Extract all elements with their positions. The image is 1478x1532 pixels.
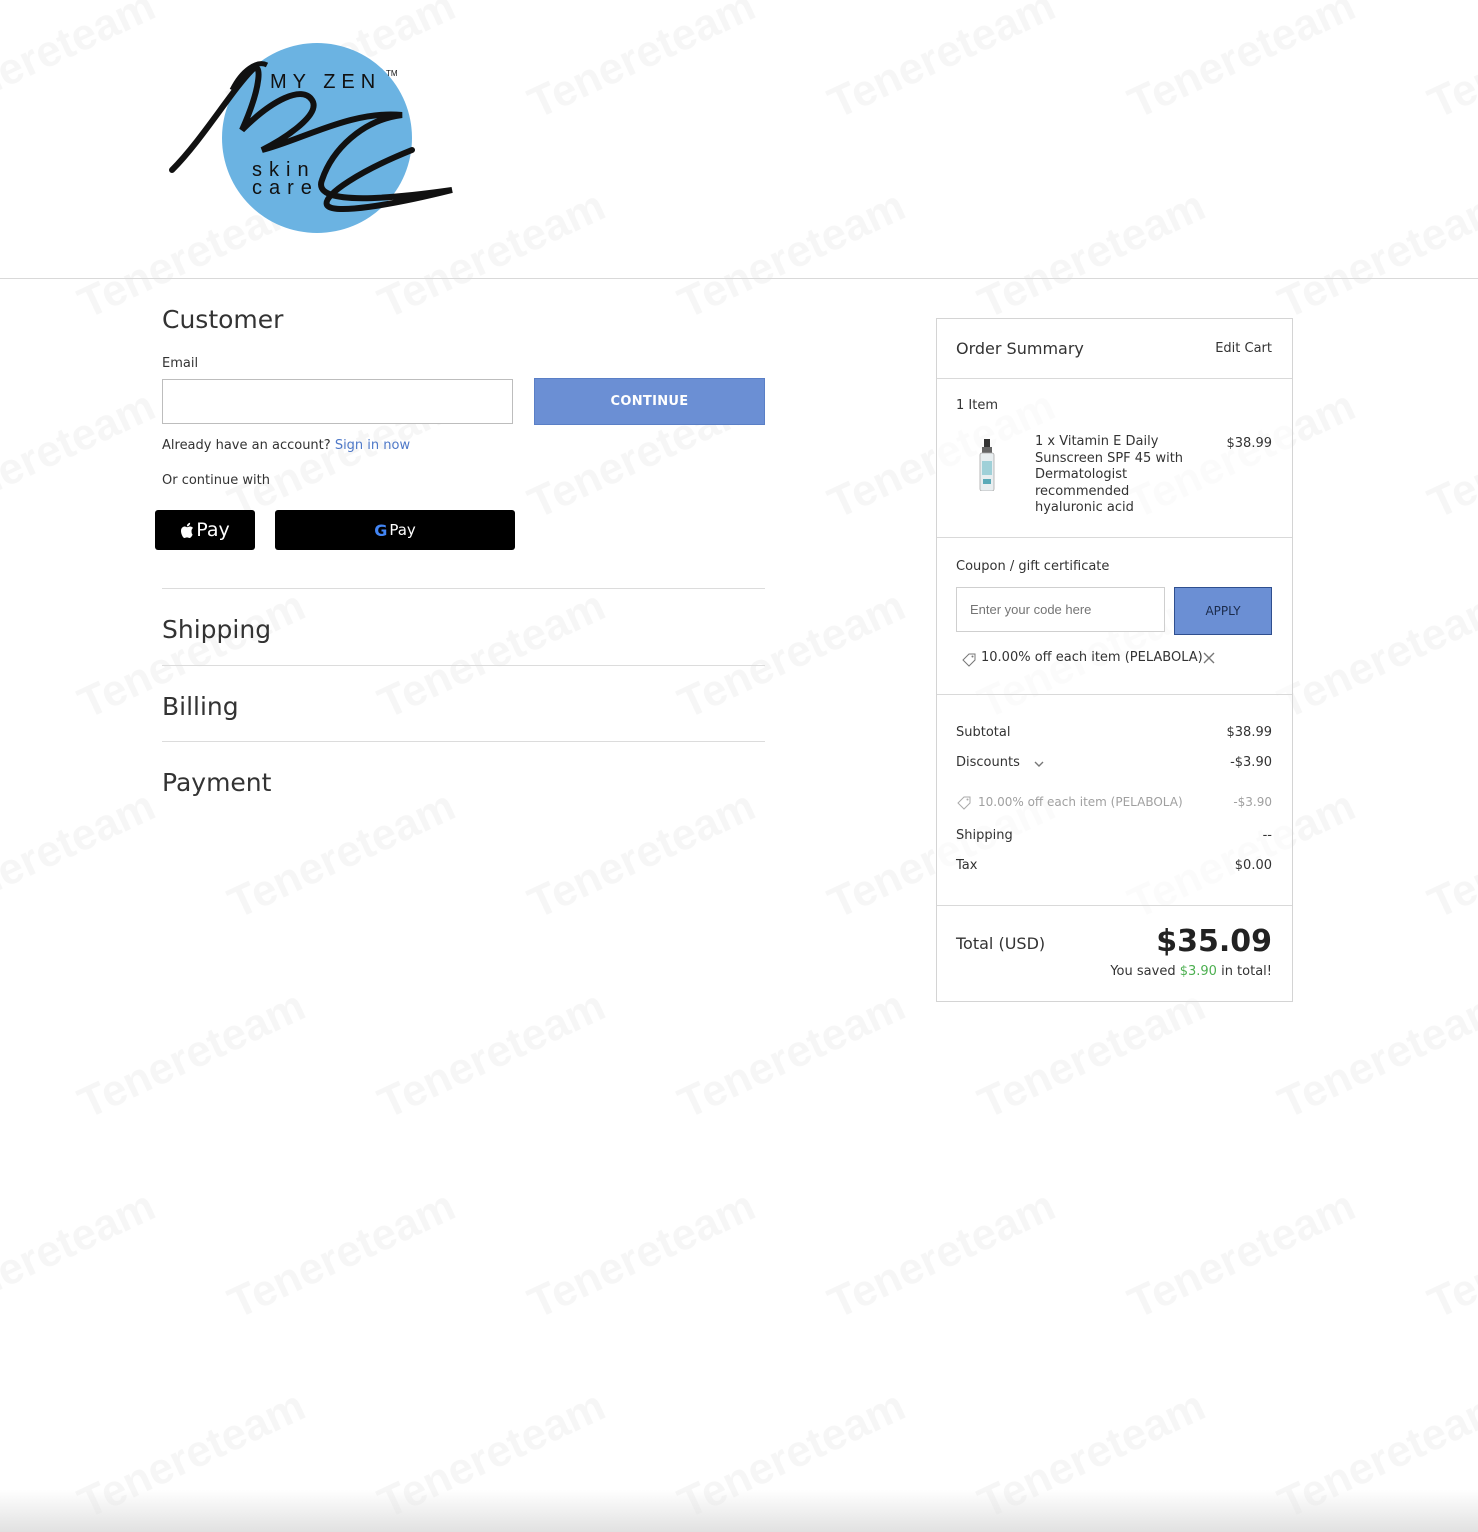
customer-heading: Customer [162, 305, 284, 334]
section-divider [162, 665, 765, 666]
shipping-heading[interactable]: Shipping [162, 615, 271, 644]
tax-value: $0.00 [1234, 858, 1272, 873]
total-amount: $35.09 [1156, 924, 1272, 959]
total-label: Total (USD) [956, 934, 1046, 953]
savings-prefix: You saved [1110, 964, 1176, 979]
tag-icon [957, 796, 971, 810]
google-pay-button[interactable]: G Pay [275, 510, 515, 550]
shipping-label: Shipping [956, 828, 1013, 843]
order-summary-title: Order Summary [956, 339, 1084, 358]
email-field[interactable] [162, 379, 513, 424]
email-label: Email [162, 356, 199, 371]
item-count: 1 Item [956, 398, 998, 413]
product-name: 1 x Vitamin E Daily Sunscreen SPF 45 wit… [1035, 434, 1184, 515]
discounts-value: -$3.90 [1230, 755, 1272, 770]
bottom-fade [0, 1490, 1478, 1532]
sign-in-link[interactable]: Sign in now [335, 438, 410, 453]
account-prompt-text: Already have an account? [162, 438, 331, 453]
subtotal-label: Subtotal [956, 725, 1011, 740]
apple-pay-label: Pay [196, 519, 230, 541]
google-g-icon: G [374, 520, 388, 540]
applied-coupon-label: 10.00% off each item (PELABOLA) [981, 650, 1203, 665]
edit-cart-link[interactable]: Edit Cart [1215, 341, 1272, 356]
chevron-down-icon[interactable] [1033, 760, 1045, 768]
apply-coupon-button[interactable]: APPLY [1174, 587, 1272, 635]
summary-divider [937, 537, 1292, 538]
checkout-content: Customer Email CONTINUE Already have an … [0, 0, 1478, 1532]
product-price: $38.99 [1226, 436, 1273, 451]
savings-amount: $3.90 [1179, 964, 1217, 979]
tag-icon [962, 653, 976, 667]
summary-divider [937, 378, 1292, 379]
discount-detail-label: 10.00% off each item (PELABOLA) [978, 795, 1183, 809]
google-pay-label: Pay [389, 521, 416, 539]
billing-heading[interactable]: Billing [162, 692, 239, 721]
section-divider [162, 588, 765, 589]
order-summary: Order Summary Edit Cart 1 Item 1 x Vitam… [936, 318, 1293, 1002]
discount-detail-value: -$3.90 [1233, 795, 1272, 809]
discounts-label: Discounts [956, 755, 1020, 770]
section-divider [162, 741, 765, 742]
remove-coupon-icon[interactable] [1202, 651, 1216, 665]
payment-heading[interactable]: Payment [162, 768, 271, 797]
product-thumbnail[interactable] [977, 439, 997, 491]
or-continue-label: Or continue with [162, 473, 270, 488]
savings-note: You saved $3.90 in total! [1110, 964, 1272, 979]
shipping-value: -- [1262, 828, 1272, 843]
subtotal-value: $38.99 [1226, 725, 1273, 740]
coupon-link[interactable]: Coupon / gift certificate [956, 559, 1109, 574]
savings-suffix: in total! [1221, 964, 1272, 979]
tax-label: Tax [956, 858, 978, 873]
coupon-input[interactable] [956, 587, 1165, 632]
apple-icon [181, 522, 194, 538]
summary-divider [937, 905, 1292, 906]
apple-pay-button[interactable]: Pay [155, 510, 255, 550]
continue-button[interactable]: CONTINUE [534, 378, 765, 425]
summary-divider [937, 694, 1292, 695]
account-prompt: Already have an account? Sign in now [162, 438, 410, 453]
